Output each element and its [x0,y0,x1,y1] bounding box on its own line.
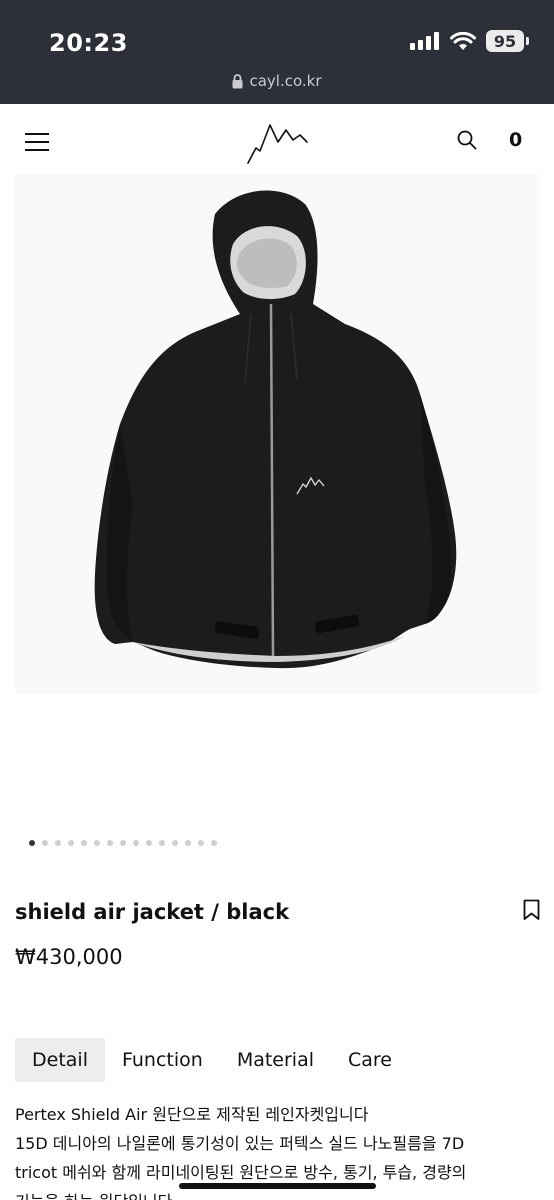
product-title: shield air jacket / black [15,900,290,924]
address-bar[interactable]: cayl.co.kr [0,72,554,90]
gallery-dot[interactable] [211,840,217,846]
gallery-dot[interactable] [55,840,61,846]
description-line: 15D 데니아의 나일론에 통기성이 있는 퍼텍스 실드 나노필름을 7D [15,1134,465,1153]
browser-chrome: 20:23 95 cayl.co.kr [0,0,554,104]
home-indicator[interactable] [179,1183,376,1189]
status-icons: 95 [410,30,529,52]
gallery-dot[interactable] [133,840,139,846]
site-header: 0 [0,104,554,174]
url-text: cayl.co.kr [249,72,322,90]
gallery-dot[interactable] [198,840,204,846]
tab-care[interactable]: Care [331,1038,409,1082]
status-time: 20:23 [49,29,128,57]
lock-icon [232,73,243,88]
product-price: ₩430,000 [15,945,123,969]
mountain-logo-icon[interactable] [246,122,308,164]
search-icon[interactable] [457,130,477,150]
tab-function[interactable]: Function [105,1038,220,1082]
gallery-dot[interactable] [81,840,87,846]
description-line: Pertex Shield Air 원단으로 제작된 레인자켓입니다 [15,1105,369,1124]
bookmark-icon[interactable] [523,899,540,921]
product-image[interactable] [15,174,540,694]
wifi-icon [450,31,476,50]
gallery-dot[interactable] [159,840,165,846]
menu-button[interactable] [25,133,49,151]
signal-icon [410,32,439,50]
tab-detail[interactable]: Detail [15,1038,105,1082]
gallery-dot[interactable] [120,840,126,846]
gallery-dot[interactable] [94,840,100,846]
gallery-dot[interactable] [42,840,48,846]
gallery-dot[interactable] [172,840,178,846]
cart-count[interactable]: 0 [509,129,522,151]
detail-tabs: Detail Function Material Care [15,1038,409,1082]
hamburger-icon [25,133,49,135]
gallery-dot[interactable] [107,840,113,846]
gallery-pagination [29,840,217,846]
battery-indicator: 95 [486,30,529,52]
gallery-dot[interactable] [29,840,35,846]
gallery-dot[interactable] [185,840,191,846]
gallery-dot[interactable] [68,840,74,846]
jacket-image [94,190,457,669]
gallery-dot[interactable] [146,840,152,846]
tab-material[interactable]: Material [220,1038,331,1082]
